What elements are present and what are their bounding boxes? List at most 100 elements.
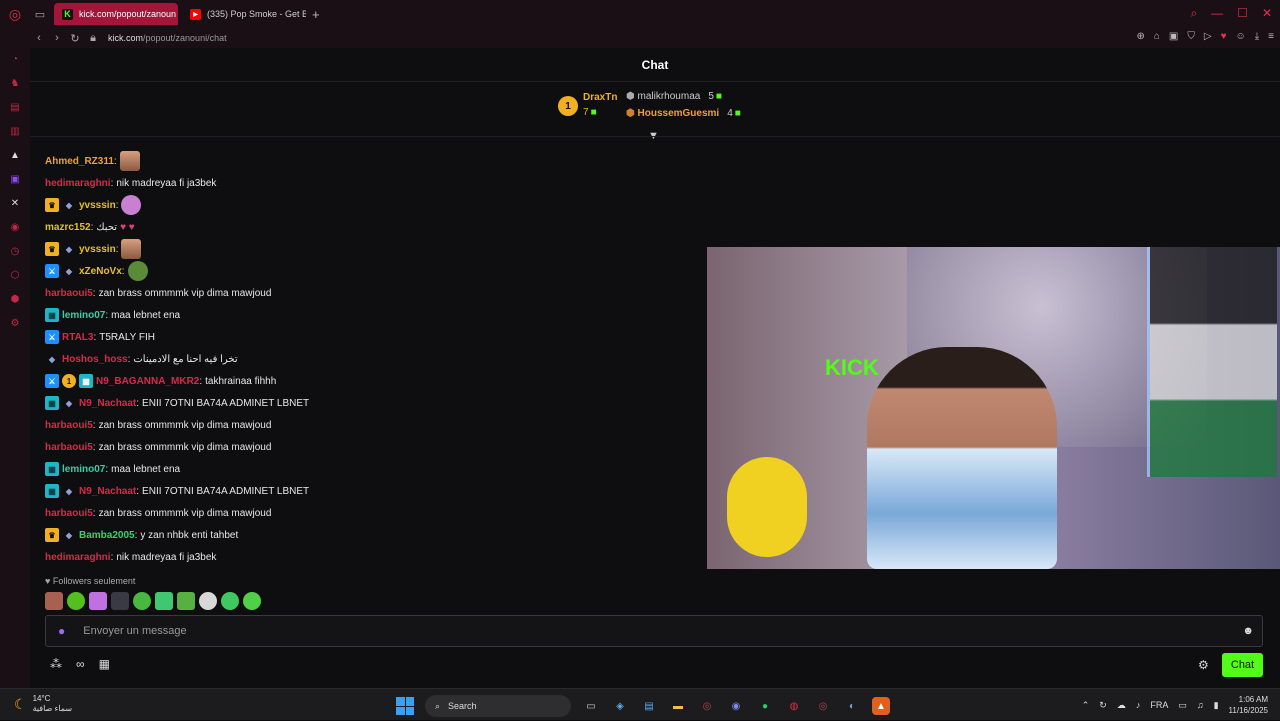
messenger-icon[interactable]: ▤: [8, 100, 22, 114]
heart-icon: ♥: [45, 576, 51, 586]
weather-widget[interactable]: ☾ 14°C سماء صافية: [14, 694, 72, 714]
maximize-button[interactable]: ☐: [1237, 6, 1248, 21]
emote-button[interactable]: [155, 592, 173, 610]
username[interactable]: harbaoui5: [45, 288, 93, 299]
username[interactable]: yvsssin: [79, 244, 116, 255]
username[interactable]: N9_Nachaat: [79, 486, 136, 497]
volume-icon[interactable]: ♫: [1197, 700, 1204, 710]
tab-youtube[interactable]: ▶ (335) Pop Smoke - Get B: [182, 3, 306, 25]
store-app-icon[interactable]: ▤: [640, 697, 658, 715]
username[interactable]: harbaoui5: [45, 442, 93, 453]
send-chat-button[interactable]: Chat: [1222, 653, 1263, 677]
tray-overflow-icon[interactable]: ⌃: [1082, 700, 1090, 711]
steam-icon[interactable]: ◐: [843, 697, 861, 715]
username[interactable]: harbaoui5: [45, 508, 93, 519]
play-icon[interactable]: ▷: [1204, 31, 1212, 42]
menu-icon[interactable]: ≡: [1268, 31, 1274, 42]
snapshot-icon[interactable]: ▣: [1169, 31, 1178, 42]
store-icon[interactable]: ▦: [99, 657, 110, 671]
opera-logo-icon[interactable]: ◎: [0, 6, 30, 23]
stream-video-player[interactable]: KICK: [707, 247, 1280, 569]
username[interactable]: hedimaraghni: [45, 178, 111, 189]
taskbar-search[interactable]: ⌕ Search: [425, 695, 571, 717]
pin-icon[interactable]: ⌂: [1154, 31, 1160, 42]
close-button[interactable]: ✕: [1262, 6, 1272, 21]
workspaces-icon[interactable]: ▭: [30, 8, 50, 21]
x-icon[interactable]: ✕: [8, 196, 22, 210]
username[interactable]: harbaoui5: [45, 420, 93, 431]
mods-icon[interactable]: ⬡: [8, 268, 22, 282]
username[interactable]: mazrc152: [45, 222, 91, 233]
reload-button[interactable]: ↻: [66, 32, 84, 45]
url-field[interactable]: kick.com/popout/zanouni/chat: [108, 33, 227, 43]
emote-button[interactable]: [45, 592, 63, 610]
infinity-icon[interactable]: ∞: [76, 657, 85, 671]
extensions-icon[interactable]: ⬢: [8, 292, 22, 306]
username[interactable]: lemino07: [62, 310, 105, 321]
tab-kick-chat[interactable]: K kick.com/popout/zanoun: [54, 3, 178, 25]
mic-tray-icon[interactable]: ♪: [1136, 700, 1141, 710]
sync-icon[interactable]: ↻: [1099, 700, 1107, 711]
emote-button[interactable]: [67, 592, 85, 610]
username[interactable]: lemino07: [62, 464, 105, 475]
network-icon[interactable]: ▭: [1178, 700, 1187, 711]
username[interactable]: yvsssin: [79, 200, 116, 211]
username[interactable]: Ahmed_RZ311: [45, 156, 114, 167]
profile-icon[interactable]: ☺: [1236, 31, 1246, 42]
history-icon[interactable]: ◷: [8, 244, 22, 258]
back-button[interactable]: ‹: [30, 32, 48, 44]
username[interactable]: N9_BAGANNA_MKR2: [96, 376, 199, 387]
clock[interactable]: 1:06 AM 11/16/2025: [1229, 694, 1268, 716]
brave-icon[interactable]: ▲: [872, 697, 890, 715]
emote-button[interactable]: [199, 592, 217, 610]
news-icon[interactable]: ▥: [8, 124, 22, 138]
file-explorer-icon[interactable]: ▬: [669, 697, 687, 715]
emote-button[interactable]: [133, 592, 151, 610]
emote-button[interactable]: [89, 592, 107, 610]
zoom-icon[interactable]: ⊕: [1136, 31, 1144, 42]
username[interactable]: Hoshos_hoss: [62, 354, 128, 365]
spotify-icon[interactable]: ●: [756, 697, 774, 715]
opera-gx-icon[interactable]: ◍: [785, 697, 803, 715]
emoji-picker-icon[interactable]: ☻: [1242, 625, 1254, 637]
aria-icon[interactable]: ◔: [8, 52, 22, 66]
emote-button[interactable]: [177, 592, 195, 610]
username[interactable]: Bamba2005: [79, 530, 135, 541]
start-icon[interactable]: [396, 697, 414, 715]
kick-sidebar-icon[interactable]: ▲: [8, 148, 22, 162]
settings-icon[interactable]: ⚙: [8, 316, 22, 330]
download-icon[interactable]: ⤓: [1255, 31, 1259, 42]
games-icon[interactable]: ♞: [8, 76, 22, 90]
search-tabs-icon[interactable]: ⌕: [1190, 6, 1197, 21]
emote-button[interactable]: [243, 592, 261, 610]
opera-active-icon[interactable]: ◎: [814, 697, 832, 715]
username[interactable]: hedimaraghni: [45, 552, 111, 563]
chat-input[interactable]: ● Envoyer un message ☻: [45, 615, 1263, 647]
heart-icon[interactable]: ♥: [1221, 31, 1227, 42]
emote-button[interactable]: [111, 592, 129, 610]
language-indicator[interactable]: FRA: [1150, 700, 1168, 710]
message-text: maa lebnet ena: [111, 309, 181, 321]
task-view-icon[interactable]: ▭: [582, 697, 600, 715]
username[interactable]: xZeNoVx: [79, 266, 122, 277]
onedrive-icon[interactable]: ☁: [1117, 700, 1126, 711]
copilot-icon[interactable]: ◈: [611, 697, 629, 715]
microphone-icon[interactable]: ●: [58, 624, 65, 638]
player-icon[interactable]: ◉: [8, 220, 22, 234]
emote-button[interactable]: [221, 592, 239, 610]
leader-third[interactable]: ⬢ HoussemGuesmi 4 ■: [626, 108, 741, 119]
username[interactable]: N9_Nachaat: [79, 398, 136, 409]
chat-settings-gear-icon[interactable]: ⚙: [1198, 658, 1209, 672]
twitch-icon[interactable]: ▣: [8, 172, 22, 186]
opera-app-icon[interactable]: ◎: [698, 697, 716, 715]
battery-icon[interactable]: ▮: [1214, 700, 1219, 711]
shield-icon[interactable]: ⛉: [1187, 31, 1195, 42]
minimize-button[interactable]: —: [1211, 6, 1223, 21]
points-icon[interactable]: ⁂: [50, 657, 62, 671]
discord-icon[interactable]: ◉: [727, 697, 745, 715]
leader-second[interactable]: ⬢ malikrhoumaa 5 ■: [626, 91, 722, 102]
forward-button[interactable]: ›: [48, 32, 66, 44]
leader-first-name[interactable]: DraxTn: [583, 92, 617, 103]
username[interactable]: RTAL3: [62, 332, 93, 343]
new-tab-button[interactable]: +: [312, 7, 320, 22]
